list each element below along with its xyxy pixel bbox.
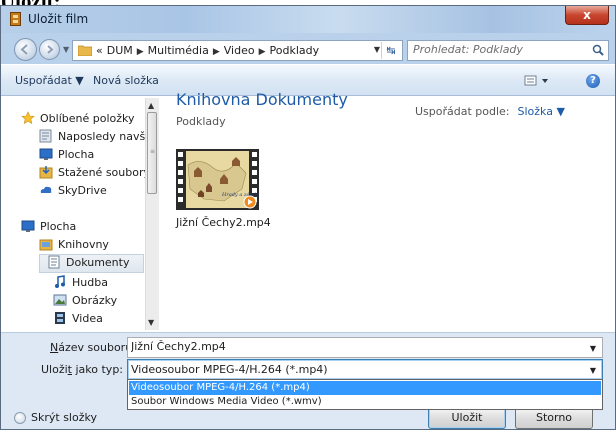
sidebar-item-label: Videa [72, 312, 103, 325]
desktop-icon [39, 148, 53, 160]
arrow-right-icon [47, 45, 54, 54]
desktop-icon [21, 220, 35, 232]
search-box[interactable] [407, 40, 609, 61]
sidebar-item-label: Stažené soubory [58, 166, 150, 179]
collapse-icon[interactable] [14, 412, 26, 424]
forward-button[interactable] [39, 39, 60, 60]
hide-folders-button[interactable]: Skrýt složky [31, 411, 97, 424]
sidebar-item-skydrive[interactable]: SkyDrive [39, 184, 107, 201]
sidebar-item-pictures[interactable]: Obrázky [53, 294, 117, 311]
sidebar-item-documents[interactable]: Dokumenty [39, 254, 144, 273]
pictures-icon [53, 294, 67, 306]
library-subtitle: Podklady [176, 115, 226, 128]
music-icon [55, 275, 65, 288]
organize-button[interactable]: Uspořádat ▼ [15, 74, 84, 87]
title-bar: Uložit film x [1, 6, 615, 33]
sidebar-item-label: Obrázky [72, 294, 118, 307]
filename-label: Název souboru: [50, 341, 136, 354]
breadcrumb-dum[interactable]: DUM [107, 44, 133, 57]
cancel-button[interactable]: Storno [515, 407, 593, 429]
libraries-icon [39, 239, 53, 251]
recent-places-icon [39, 129, 52, 143]
sidebar-item-music[interactable]: Hudba [53, 275, 108, 293]
breadcrumb-multimedia[interactable]: Multimédia [148, 44, 209, 57]
file-type-select[interactable]: Videosoubor MPEG-4/H.264 (*.mp4) ▼ [127, 359, 603, 380]
star-icon [21, 111, 35, 125]
file-type-dropdown-list: Videosoubor MPEG-4/H.264 (*.mp4) Soubor … [127, 379, 603, 410]
scrollbar-thumb[interactable]: ≡ [147, 112, 157, 194]
address-dropdown-icon[interactable]: ▼ [374, 45, 380, 54]
save-button[interactable]: Uložit [428, 407, 506, 429]
file-name: Jižní Čechy2.mp4 [176, 216, 271, 229]
sidebar-item-label: Hudba [72, 276, 108, 289]
video-thumbnail: Hrady a zámky jižních Čech [176, 149, 259, 210]
grip-icon: ≡ [150, 148, 156, 155]
documents-icon [48, 255, 60, 269]
chevron-right-icon[interactable]: ▶ [259, 47, 266, 57]
navigation-bar: ▼ « DUM ▶ Multimédia ▶ Video ▶ Podklady ▼ ↹ [1, 33, 615, 63]
chevron-down-icon[interactable]: ▼ [590, 366, 596, 375]
file-type-option-mp4[interactable]: Videosoubor MPEG-4/H.264 (*.mp4) [129, 381, 601, 395]
window-title: Uložit film [28, 12, 89, 26]
filename-field[interactable]: ▼ [127, 337, 603, 358]
library-title: Knihovna Dokumenty [176, 90, 348, 109]
sidebar-item-label: Oblíbené položky [40, 112, 135, 125]
sidebar-item-videos[interactable]: Videa [53, 312, 103, 329]
navigation-pane: Oblíbené položky Naposledy navštívené Pl… [1, 96, 180, 332]
arrange-by-dropdown[interactable]: Složka ▼ [518, 105, 565, 118]
filename-input[interactable] [131, 340, 571, 353]
sidebar-item-label: Plocha [58, 148, 95, 161]
skydrive-icon [40, 186, 52, 193]
scroll-up-icon[interactable]: ▲ [148, 101, 154, 110]
file-list-pane: Knihovna Dokumenty Podklady Uspořádat po… [159, 90, 615, 332]
file-type-label: Uložit jako typ: [41, 363, 124, 376]
videos-icon [55, 312, 65, 324]
breadcrumb-podklady[interactable]: Podklady [270, 44, 320, 57]
content-area: Oblíbené položky Naposledy navštívené Pl… [1, 90, 615, 332]
arrow-left-icon [20, 44, 28, 55]
film-icon [10, 12, 21, 26]
address-bar[interactable]: « DUM ▶ Multimédia ▶ Video ▶ Podklady ▼ ↹ [72, 40, 403, 61]
save-dialog: Uložit film x ▼ « DUM ▶ Multimédia ▶ Video ▶ Po… [0, 5, 616, 430]
downloads-icon [39, 166, 53, 179]
search-icon[interactable] [592, 44, 604, 56]
breadcrumb-video[interactable]: Video [224, 44, 255, 57]
chevron-right-icon[interactable]: ▶ [137, 47, 144, 57]
sidebar-item-libraries[interactable]: Knihovny [39, 238, 109, 255]
chevron-down-icon[interactable]: ▼ [590, 344, 596, 353]
file-type-option-wmv[interactable]: Soubor Windows Media Video (*.wmv) [129, 395, 601, 409]
arrange-by-label: Uspořádat podle: [415, 105, 510, 118]
sidebar-item-label: Dokumenty [66, 256, 130, 269]
arrange-by: Uspořádat podle: Složka ▼ [415, 105, 565, 118]
sidebar-item-desktop-root[interactable]: Plocha [21, 220, 76, 237]
close-button[interactable]: x [565, 6, 609, 25]
sidebar-item-label: Plocha [40, 220, 77, 233]
refresh-icon[interactable]: ↹ [381, 42, 400, 59]
file-type-selected: Videosoubor MPEG-4/H.264 (*.mp4) [131, 363, 328, 376]
back-button[interactable] [14, 38, 37, 61]
breadcrumb-overflow[interactable]: « [96, 44, 103, 57]
save-options: Název souboru: ▼ Uložit jako typ: Videos… [1, 332, 615, 429]
sidebar-item-downloads[interactable]: Stažené soubory [39, 166, 150, 183]
file-item[interactable]: Hrady a zámky jižních Čech Jižní Čechy2.… [176, 149, 271, 232]
recent-pages-dropdown[interactable]: ▼ [63, 45, 71, 54]
help-icon[interactable]: ? [586, 74, 600, 88]
sidebar-item-label: Knihovny [58, 238, 109, 251]
scroll-down-icon[interactable]: ▼ [148, 318, 154, 327]
sidebar-item-desktop[interactable]: Plocha [39, 148, 94, 165]
sidebar-item-label: SkyDrive [58, 184, 107, 197]
folder-icon [78, 45, 92, 56]
sidebar-item-favorites[interactable]: Oblíbené položky [21, 111, 135, 129]
view-options-icon[interactable] [524, 74, 552, 88]
sidebar-scrollbar[interactable]: ▲ ≡ ▼ [145, 98, 159, 330]
search-input[interactable] [413, 43, 578, 56]
breadcrumb: « DUM ▶ Multimédia ▶ Video ▶ Podklady [96, 44, 323, 57]
chevron-right-icon[interactable]: ▶ [213, 47, 220, 57]
new-folder-button[interactable]: Nová složka [93, 74, 159, 87]
